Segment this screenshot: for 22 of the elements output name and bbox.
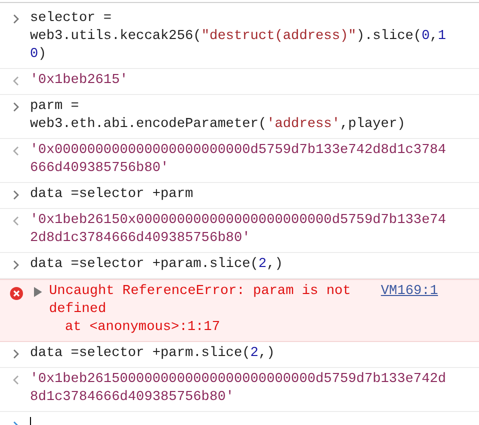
command-text: data =selector +parm	[30, 186, 194, 204]
result-chevron-icon	[12, 146, 20, 156]
command-text: data =selector +param.slice(2,)	[30, 256, 284, 274]
input-chevron-icon	[12, 14, 20, 24]
input-chevron-icon	[12, 349, 20, 359]
result-text: '0x1beb2615000000000000000000000000d5759d7b133e742d8d1c3784666d409385756b80'	[30, 371, 448, 407]
result-text: '0x000000000000000000000000d5759d7b133e742d8d1c3784666d409385756b80'	[30, 142, 448, 178]
result-text: '0x1beb2615'	[30, 72, 129, 90]
input-chevron-icon	[12, 190, 20, 200]
input-chevron-icon	[12, 102, 20, 112]
error-icon	[10, 287, 22, 300]
source-link[interactable]: VM169:1	[380, 283, 452, 337]
result-chevron-icon	[12, 76, 20, 86]
result-text: '0x1beb26150x000000000000000000000000d5759d7b133e742d8d1c3784666d409385756b80'	[30, 212, 448, 248]
command-text: parm = web3.eth.abi.encodeParameter('address',player)	[30, 98, 406, 134]
expand-triangle-icon[interactable]	[33, 287, 42, 297]
stack-trace: at <anonymous>:1:17	[64, 319, 220, 337]
result-chevron-icon	[12, 216, 20, 226]
command-text: data =selector +parm.slice(2,)	[30, 345, 276, 363]
command-text: selector = web3.utils.keccak256("destruct(address)").slice(0,10)	[30, 10, 448, 64]
input-chevron-icon	[12, 260, 20, 270]
result-chevron-icon	[12, 375, 20, 385]
